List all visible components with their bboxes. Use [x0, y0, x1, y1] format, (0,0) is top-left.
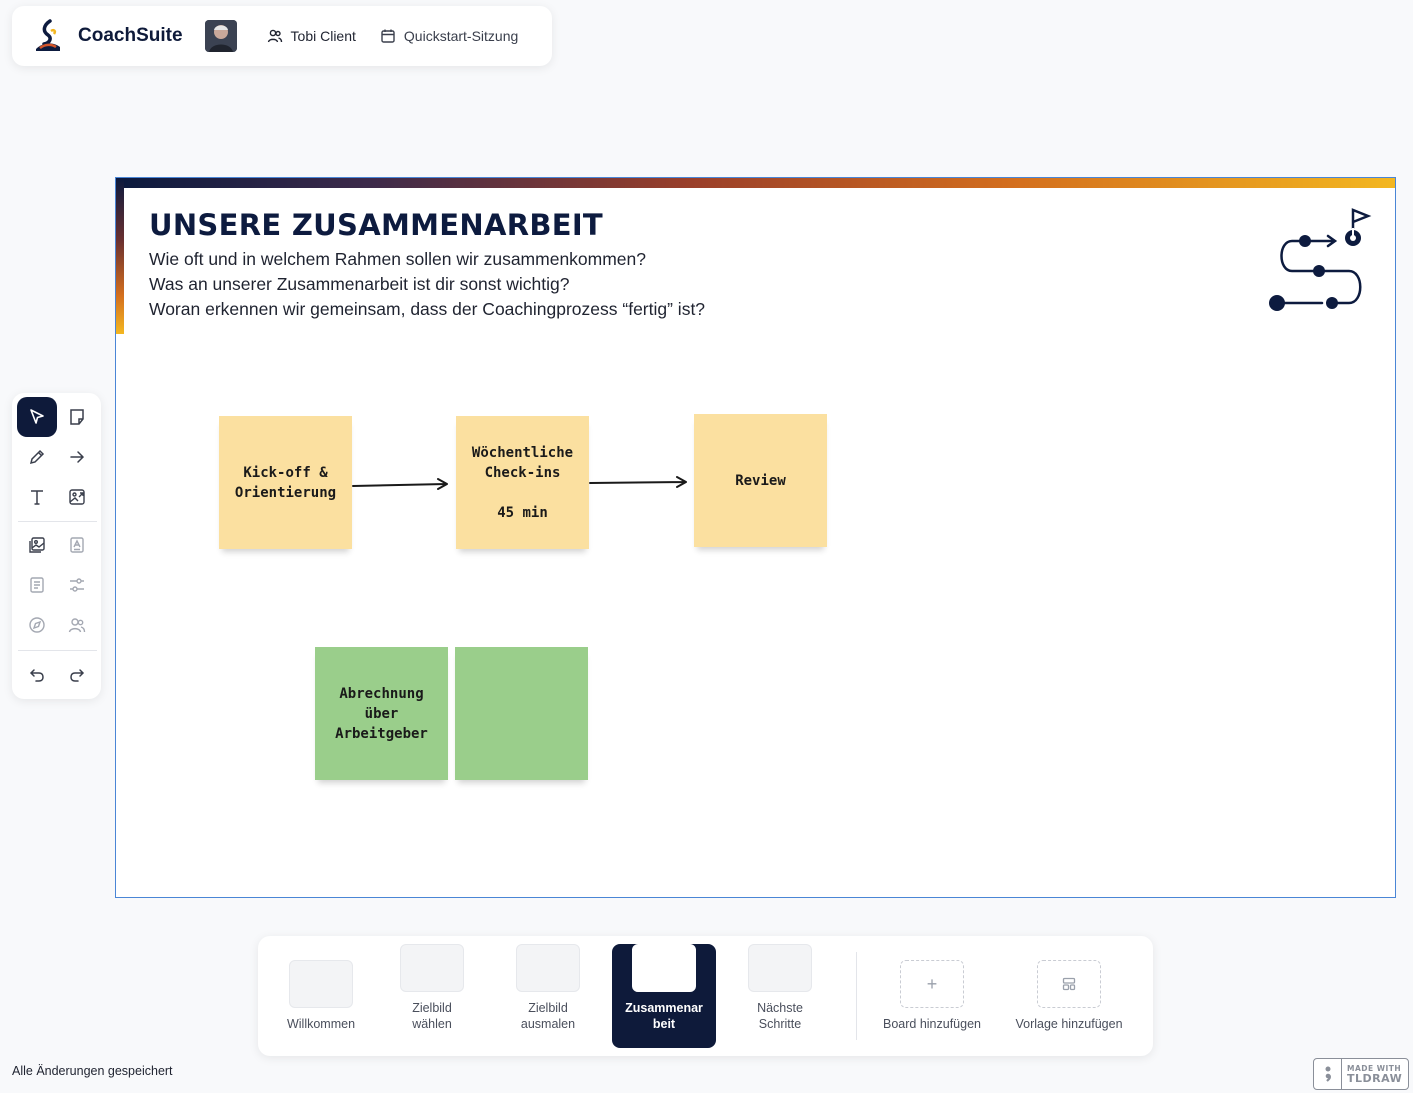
select-tool[interactable]: [17, 397, 57, 437]
compass-icon: [29, 617, 45, 633]
sticky-text: Wöchentliche Check-ins 45 min: [471, 444, 574, 521]
page-tab-zielbild-waehlen[interactable]: Zielbild wählen: [394, 944, 470, 1048]
sticky-note-billing[interactable]: Abrechnung über Arbeitgeber: [315, 647, 448, 780]
journey-path-icon: [1269, 208, 1372, 311]
cursor-icon: [30, 409, 44, 424]
page-label: Willkommen: [286, 1017, 356, 1031]
toolbar-divider: [18, 650, 97, 651]
sticky-text: Abrechnung über Arbeitgeber: [335, 685, 428, 742]
arrow-tool[interactable]: [57, 437, 97, 477]
top-header: CoachSuite Tobi Client Quickstart-Sitzun…: [12, 6, 552, 66]
list-icon: [30, 577, 44, 593]
sliders-icon: [70, 578, 84, 592]
undo-button[interactable]: [17, 655, 57, 695]
board-question-2: Was an unserer Zusammenarbeit ist dir so…: [149, 274, 570, 294]
arrow-checkins-to-review: [589, 476, 687, 488]
sticky-note-empty[interactable]: [455, 647, 588, 780]
gradient-top-bar: [116, 178, 1395, 188]
page-label: Zielbild ausmalen: [520, 1001, 576, 1031]
board-question-1: Wie oft und in welchem Rahmen sollen wir…: [149, 249, 647, 269]
board-frame[interactable]: UNSERE ZUSAMMENARBEIT Wie oft und in wel…: [115, 177, 1396, 898]
page-label: Zielbild wählen: [412, 1001, 452, 1031]
image-tool[interactable]: [57, 477, 97, 517]
board-question-3: Woran erkennen wir gemeinsam, dass der C…: [149, 299, 706, 319]
brand-name[interactable]: CoachSuite: [78, 25, 183, 47]
image-upload-icon: [69, 489, 85, 505]
page-thumbnail: [289, 960, 353, 1008]
board-title: UNSERE ZUSAMMENARBEIT: [149, 208, 604, 242]
watermark-line-2: TLDRAW: [1347, 1072, 1403, 1085]
add-board-label: Board hinzufügen: [883, 1017, 981, 1031]
calendar-icon: [381, 29, 395, 43]
page-thumbnail: [748, 944, 812, 992]
client-button[interactable]: Tobi Client: [267, 28, 356, 44]
arrow-right-icon: [70, 451, 85, 463]
session-label: Quickstart-Sitzung: [403, 28, 519, 44]
draw-tool[interactable]: [17, 437, 57, 477]
session-button[interactable]: Quickstart-Sitzung: [380, 28, 518, 44]
plus-icon: +: [900, 960, 964, 1008]
toolbar-divider: [18, 521, 97, 522]
left-toolbar: [12, 393, 101, 699]
page-thumbnail: [632, 944, 696, 992]
page-tab-zielbild-ausmalen[interactable]: Zielbild ausmalen: [510, 944, 586, 1048]
gallery-tool[interactable]: [17, 525, 57, 565]
redo-icon: [70, 669, 85, 682]
page-label: Nächste Schritte: [757, 1001, 803, 1031]
page-strip-divider: [856, 952, 857, 1040]
avatar[interactable]: [204, 20, 237, 52]
template-add-icon: [1037, 960, 1101, 1008]
client-label: Tobi Client: [290, 28, 356, 44]
page-strip: Willkommen Zielbild wählen Zielbild ausm…: [258, 936, 1153, 1056]
tldraw-watermark[interactable]: MADE WITH TLDRAW: [1313, 1058, 1409, 1090]
save-status: Alle Änderungen gespeichert: [12, 1064, 173, 1078]
users-icon: [267, 29, 282, 43]
sticky-note-tool[interactable]: [57, 397, 97, 437]
list-tool[interactable]: [17, 565, 57, 605]
add-board-button[interactable]: + Board hinzufügen: [874, 944, 990, 1048]
sticky-note-kickoff[interactable]: Kick-off & Orientierung: [219, 416, 352, 549]
settings-tool[interactable]: [57, 565, 97, 605]
coachsuite-logo-icon: [36, 19, 60, 51]
undo-icon: [29, 669, 44, 682]
page-tab-willkommen[interactable]: Willkommen: [284, 944, 358, 1048]
sticky-note-checkins[interactable]: Wöchentliche Check-ins 45 min: [456, 416, 589, 549]
redo-button[interactable]: [57, 655, 97, 695]
avatar-photo-icon: [204, 20, 237, 52]
tldraw-logo-icon: [1314, 1059, 1342, 1089]
add-template-button[interactable]: Vorlage hinzufügen: [1008, 944, 1130, 1048]
page-tab-zusammenarbeit[interactable]: Zusammenar beit: [612, 944, 716, 1048]
page-label: Zusammenar beit: [625, 1001, 703, 1031]
arrow-kickoff-to-checkins: [352, 478, 448, 490]
sticky-text: Review: [735, 472, 786, 489]
gallery-icon: [29, 537, 45, 553]
people-tool[interactable]: [57, 605, 97, 645]
add-template-label: Vorlage hinzufügen: [1015, 1017, 1123, 1031]
template-icon: [70, 537, 84, 553]
page-thumbnail: [400, 944, 464, 992]
pencil-icon: [29, 449, 45, 465]
text-icon: [31, 490, 43, 505]
page-thumbnail: [516, 944, 580, 992]
sticky-text: Kick-off & Orientierung: [234, 464, 337, 501]
sticky-note-review[interactable]: Review: [694, 414, 827, 547]
page-tab-naechste-schritte[interactable]: Nächste Schritte: [742, 944, 818, 1048]
people-icon: [68, 618, 86, 633]
note-icon: [70, 409, 84, 425]
text-tool[interactable]: [17, 477, 57, 517]
template-tool[interactable]: [57, 525, 97, 565]
gradient-side-bar: [116, 178, 124, 334]
compass-tool[interactable]: [17, 605, 57, 645]
